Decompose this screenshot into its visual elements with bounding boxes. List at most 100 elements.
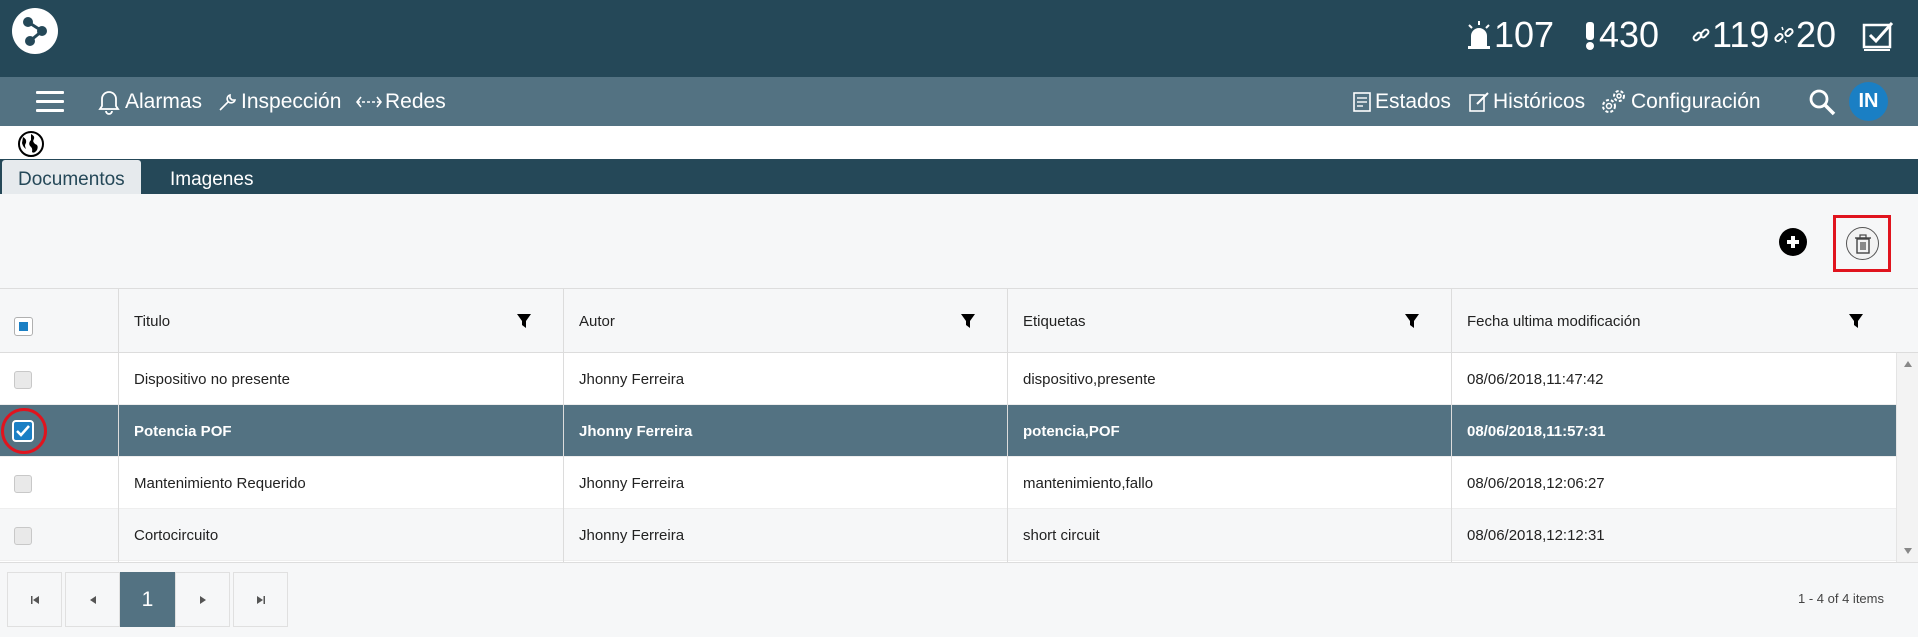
- filter-icon[interactable]: [1848, 313, 1864, 329]
- nav-historicos-label: Históricos: [1493, 89, 1586, 113]
- grid-toolbar: [0, 194, 1918, 289]
- unlinked-count[interactable]: 20: [1774, 14, 1836, 56]
- warning-count[interactable]: 430: [1583, 14, 1659, 56]
- avatar[interactable]: IN: [1849, 82, 1888, 121]
- top-header: 107 430 119 20: [0, 0, 1918, 77]
- header-etiquetas[interactable]: Etiquetas: [1023, 289, 1086, 353]
- prev-page-icon: [89, 595, 96, 604]
- delete-button[interactable]: [1846, 227, 1879, 260]
- nav-configuracion-label: Configuración: [1631, 89, 1761, 113]
- globe-icon[interactable]: [17, 130, 45, 158]
- pager: 1 1 - 4 of 4 items: [0, 562, 1918, 637]
- column-divider: [1007, 289, 1008, 562]
- trash-icon: [1854, 233, 1871, 254]
- nav-inspeccion-label: Inspección: [241, 89, 342, 113]
- cell-autor: Jhonny Ferreira: [579, 474, 685, 492]
- cell-autor: Jhonny Ferreira: [579, 370, 685, 388]
- nav-alarmas[interactable]: Alarmas: [96, 77, 202, 126]
- table-row[interactable]: Cortocircuito Jhonny Ferreira short circ…: [0, 509, 1896, 561]
- row-checkbox[interactable]: [14, 527, 32, 545]
- cell-autor: Jhonny Ferreira: [579, 422, 693, 440]
- column-divider: [118, 289, 119, 562]
- cell-etiquetas: potencia,POF: [1023, 422, 1120, 440]
- nav-estados[interactable]: Estados: [1352, 77, 1451, 126]
- delete-highlight: [1833, 215, 1891, 272]
- checklist-icon[interactable]: [1862, 20, 1894, 52]
- filter-icon[interactable]: [1404, 313, 1420, 329]
- alarm-count[interactable]: 107: [1466, 14, 1554, 56]
- table-row[interactable]: Mantenimiento Requerido Jhonny Ferreira …: [0, 457, 1896, 509]
- last-page-button[interactable]: [233, 572, 288, 627]
- add-document-button[interactable]: [1779, 228, 1807, 256]
- column-divider: [1451, 289, 1452, 562]
- filter-icon[interactable]: [960, 313, 976, 329]
- cell-titulo: Dispositivo no presente: [134, 370, 290, 388]
- link-icon: [1692, 28, 1710, 42]
- linked-count-value: 119: [1712, 14, 1770, 55]
- header-fecha[interactable]: Fecha ultima modificación: [1467, 289, 1640, 353]
- tab-imagenes[interactable]: Imagenes: [154, 160, 269, 194]
- documents-grid: Titulo Autor Etiquetas Fecha ultima modi…: [0, 289, 1918, 562]
- nav-inspeccion[interactable]: Inspección: [218, 77, 341, 126]
- page-1-button[interactable]: 1: [120, 572, 175, 627]
- nav-estados-label: Estados: [1375, 89, 1451, 113]
- cell-titulo: Mantenimiento Requerido: [134, 474, 306, 492]
- vertical-scrollbar[interactable]: [1896, 353, 1918, 562]
- header-titulo[interactable]: Titulo: [134, 289, 170, 353]
- first-page-icon: [30, 595, 39, 604]
- cell-fecha: 08/06/2018,12:12:31: [1467, 526, 1605, 544]
- warning-count-value: 430: [1599, 14, 1660, 55]
- nav-redes[interactable]: Redes: [356, 77, 446, 126]
- tab-documentos[interactable]: Documentos: [2, 160, 141, 194]
- prev-page-button[interactable]: [65, 572, 120, 627]
- column-divider: [563, 289, 564, 562]
- document-icon: [1353, 91, 1371, 112]
- header-autor[interactable]: Autor: [579, 289, 615, 353]
- cell-fecha: 08/06/2018,12:06:27: [1467, 474, 1605, 492]
- table-row-selected[interactable]: Potencia POF Jhonny Ferreira potencia,PO…: [0, 405, 1896, 457]
- header-titulo-label: Titulo: [134, 312, 171, 330]
- language-bar: [0, 126, 1918, 159]
- exclamation-icon: [1586, 22, 1594, 50]
- select-all-checkbox[interactable]: [14, 317, 33, 336]
- cell-etiquetas: short circuit: [1023, 526, 1100, 544]
- linked-count[interactable]: 119: [1692, 14, 1769, 56]
- row-checkbox[interactable]: [14, 371, 32, 389]
- nav-alarmas-label: Alarmas: [125, 89, 203, 113]
- table-row[interactable]: Dispositivo no presente Jhonny Ferreira …: [0, 353, 1896, 405]
- header-autor-label: Autor: [579, 312, 615, 330]
- bell-icon: [98, 90, 120, 115]
- unlinked-count-value: 20: [1796, 14, 1837, 55]
- search-icon[interactable]: [1808, 88, 1836, 116]
- first-page-button[interactable]: [7, 572, 62, 627]
- scroll-up-icon[interactable]: [1904, 361, 1912, 367]
- alarm-count-value: 107: [1494, 14, 1555, 55]
- cell-titulo: Potencia POF: [134, 422, 232, 440]
- nav-historicos[interactable]: Históricos: [1468, 77, 1585, 126]
- next-page-icon: [199, 595, 206, 604]
- header-etiquetas-label: Etiquetas: [1023, 312, 1086, 330]
- network-arrows-icon: [356, 96, 382, 107]
- cell-fecha: 08/06/2018,11:57:31: [1467, 422, 1606, 440]
- nav-configuracion[interactable]: Configuración: [1598, 77, 1761, 126]
- hamburger-icon[interactable]: [36, 91, 64, 113]
- filter-icon[interactable]: [516, 313, 532, 329]
- grid-header: Titulo Autor Etiquetas Fecha ultima modi…: [0, 289, 1918, 353]
- gears-icon: [1602, 89, 1625, 113]
- cell-fecha: 08/06/2018,11:47:42: [1467, 370, 1604, 388]
- edit-icon: [1469, 91, 1489, 112]
- nav-redes-label: Redes: [385, 89, 446, 113]
- app-logo-icon[interactable]: [12, 8, 58, 54]
- last-page-icon: [256, 595, 265, 604]
- cell-etiquetas: dispositivo,presente: [1023, 370, 1156, 388]
- header-fecha-label: Fecha ultima modificación: [1467, 312, 1641, 330]
- unlink-icon: [1774, 26, 1794, 44]
- next-page-button[interactable]: [175, 572, 230, 627]
- row-checkbox[interactable]: [14, 475, 32, 493]
- cell-titulo: Cortocircuito: [134, 526, 219, 544]
- pager-info: 1 - 4 of 4 items: [1798, 591, 1884, 606]
- cell-autor: Jhonny Ferreira: [579, 526, 685, 544]
- row-checkbox-checked[interactable]: [12, 420, 34, 442]
- scroll-down-icon[interactable]: [1904, 548, 1912, 554]
- main-navbar: Alarmas Inspección Redes Estados Históri…: [0, 77, 1918, 126]
